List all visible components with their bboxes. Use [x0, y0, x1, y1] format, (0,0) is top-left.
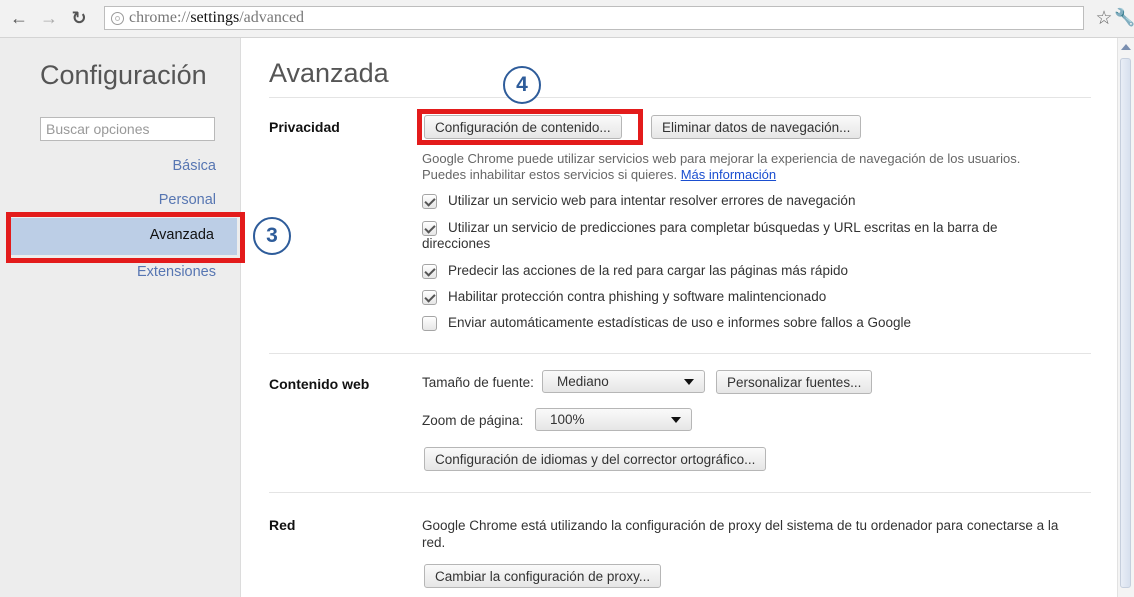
wrench-menu-icon[interactable]: 🔧	[1114, 7, 1134, 29]
option-label: Utilizar un servicio web para intentar r…	[448, 193, 856, 208]
option-resolve-errors[interactable]: Utilizar un servicio web para intentar r…	[422, 193, 855, 209]
bookmark-star-icon[interactable]: ☆	[1094, 7, 1114, 29]
language-spellcheck-button[interactable]: Configuración de idiomas y del corrector…	[424, 447, 767, 471]
step-number-badge: 3	[253, 217, 291, 255]
page-globe-icon	[111, 11, 124, 25]
forward-arrow-icon[interactable]: →	[38, 7, 60, 29]
search-options-input[interactable]	[40, 117, 215, 141]
vertical-scrollbar[interactable]	[1117, 38, 1134, 597]
url-path: /advanced	[239, 9, 305, 26]
privacy-description: Google Chrome puede utilizar servicios w…	[422, 151, 1020, 183]
checkbox-checked[interactable]	[422, 290, 437, 305]
option-prediction-service[interactable]: Utilizar un servicio de predicciones par…	[422, 220, 998, 252]
clear-browsing-data-button[interactable]: Eliminar datos de navegación...	[651, 115, 862, 139]
step-number-badge: 4	[503, 66, 541, 104]
network-description-line1: Google Chrome está utilizando la configu…	[422, 518, 1059, 533]
section-label-contenido-web: Contenido web	[269, 376, 370, 392]
option-label: Habilitar protección contra phishing y s…	[448, 289, 827, 304]
network-description: Google Chrome está utilizando la configu…	[422, 517, 1058, 551]
reload-icon[interactable]: ↻	[68, 7, 90, 29]
back-arrow-icon[interactable]: ←	[8, 7, 30, 29]
checkbox-unchecked[interactable]	[422, 316, 437, 331]
option-predict-network[interactable]: Predecir las acciones de la red para car…	[422, 263, 848, 279]
sidebar-item-personal[interactable]: Personal	[159, 192, 216, 208]
customize-fonts-button[interactable]: Personalizar fuentes...	[716, 370, 873, 394]
url-scheme: chrome://	[129, 9, 191, 26]
section-label-privacidad: Privacidad	[269, 119, 340, 135]
privacy-description-line2: Puedes inhabilitar estos servicios si qu…	[422, 167, 777, 182]
checkbox-checked[interactable]	[422, 194, 437, 209]
option-phishing-protection[interactable]: Habilitar protección contra phishing y s…	[422, 289, 826, 305]
section-divider	[269, 353, 1091, 354]
sidebar-title: Configuración	[40, 60, 207, 90]
title-divider	[269, 97, 1091, 98]
zoom-select[interactable]: 100%	[535, 408, 692, 431]
settings-sidebar: Configuración Básica Personal Avanzada E…	[0, 38, 241, 597]
sidebar-item-basica[interactable]: Básica	[172, 158, 216, 174]
network-description-line2: red.	[422, 535, 446, 550]
dropdown-arrow-icon	[684, 379, 694, 385]
address-bar[interactable]: chrome://settings/advanced	[104, 6, 1084, 30]
option-label: Utilizar un servicio de predicciones par…	[422, 220, 998, 251]
section-divider	[269, 492, 1091, 493]
content-settings-button[interactable]: Configuración de contenido...	[424, 115, 622, 139]
scroll-up-arrow-icon[interactable]	[1121, 44, 1131, 50]
option-label: Enviar automáticamente estadísticas de u…	[448, 315, 911, 330]
zoom-value: 100%	[550, 412, 585, 427]
checkbox-checked[interactable]	[422, 221, 437, 236]
zoom-label: Zoom de página:	[422, 413, 524, 428]
font-size-label: Tamaño de fuente:	[422, 375, 534, 390]
option-label: Predecir las acciones de la red para car…	[448, 263, 848, 278]
browser-toolbar: ← → ↻ chrome://settings/advanced ☆ 🔧	[0, 0, 1134, 38]
scroll-thumb[interactable]	[1120, 58, 1131, 588]
dropdown-arrow-icon	[671, 417, 681, 423]
privacy-description-line1: Google Chrome puede utilizar servicios w…	[422, 151, 1021, 166]
sidebar-item-avanzada[interactable]: Avanzada	[11, 218, 237, 255]
sidebar-item-label: Avanzada	[149, 227, 214, 243]
option-send-stats[interactable]: Enviar automáticamente estadísticas de u…	[422, 315, 911, 331]
font-size-value: Mediano	[557, 374, 609, 389]
font-size-select[interactable]: Mediano	[542, 370, 705, 393]
change-proxy-button[interactable]: Cambiar la configuración de proxy...	[424, 564, 662, 588]
sidebar-item-extensiones[interactable]: Extensiones	[137, 264, 216, 280]
page-title: Avanzada	[269, 58, 389, 88]
checkbox-checked[interactable]	[422, 264, 437, 279]
url-host: settings	[190, 9, 240, 26]
section-label-red: Red	[269, 517, 296, 533]
more-info-link[interactable]: Más información	[681, 167, 776, 182]
